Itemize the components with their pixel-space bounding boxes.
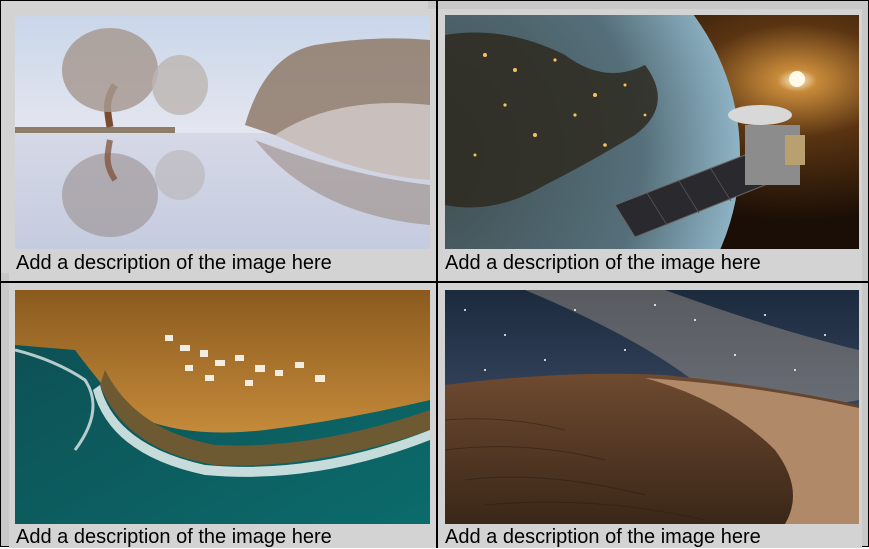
desert-milky-way-image (445, 290, 859, 524)
row-divider (1, 281, 869, 283)
image-caption: Add a description of the image here (445, 526, 761, 548)
image-caption: Add a description of the image here (16, 526, 332, 548)
gallery-cell-satellite: Add a description of the image here (438, 9, 862, 281)
gallery-cell-coastal-village: Add a description of the image here (9, 283, 436, 548)
column-divider (436, 1, 438, 548)
image-caption: Add a description of the image here (445, 252, 761, 274)
image-gallery: Add a description of the image here Add … (0, 0, 869, 548)
misty-lake-image (15, 15, 430, 249)
image-caption: Add a description of the image here (16, 252, 332, 274)
satellite-earth-image (445, 15, 859, 249)
gallery-cell-desert-night: Add a description of the image here (438, 283, 862, 548)
gallery-cell-misty-lake: Add a description of the image here (9, 9, 436, 281)
coastal-village-image (15, 290, 430, 524)
